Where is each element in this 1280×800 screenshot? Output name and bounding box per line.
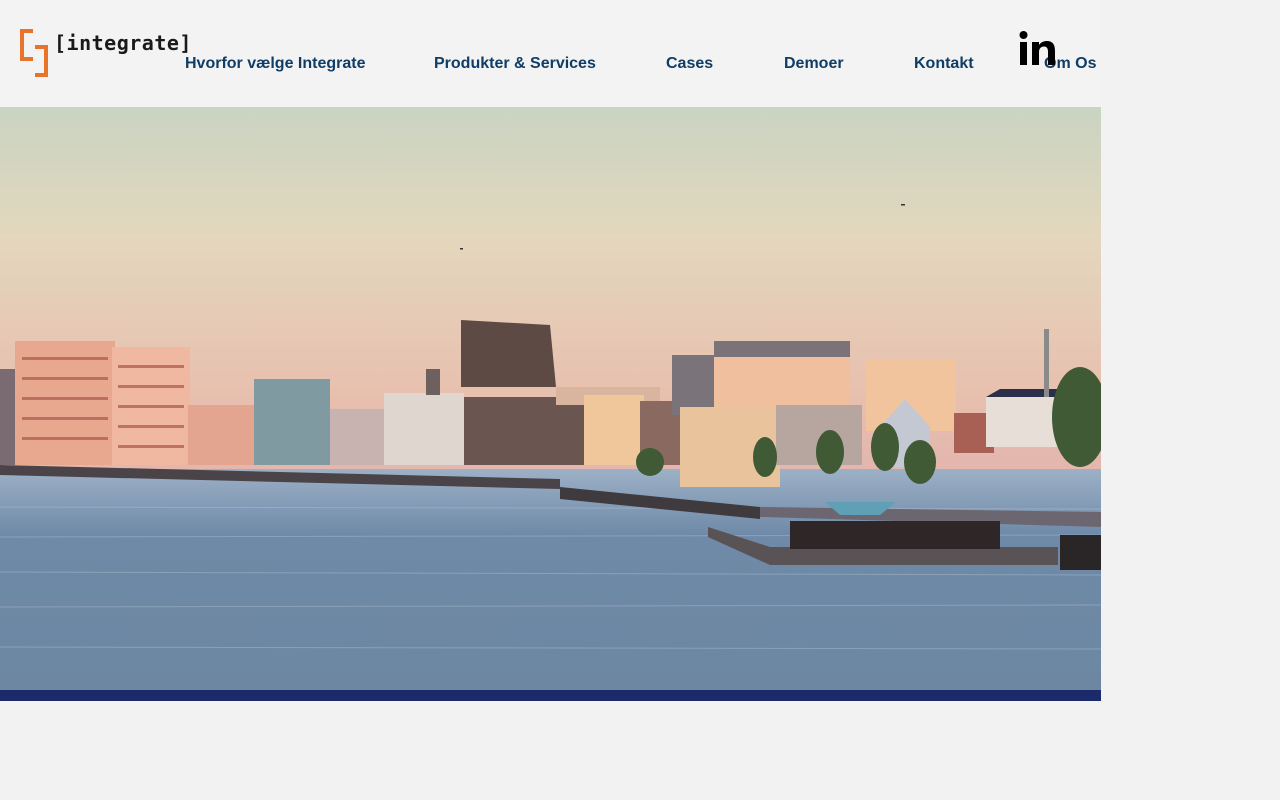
hero-bottom-bar (0, 690, 1101, 701)
main-nav: Hvorfor vælge Integrate Produkter & Serv… (0, 54, 1101, 74)
hero-image (0, 107, 1101, 690)
logo-text: [integrate] (54, 31, 192, 55)
nav-item-demoer[interactable]: Demoer (784, 54, 844, 74)
nav-item-cases[interactable]: Cases (666, 54, 713, 74)
nav-item-produkter[interactable]: Produkter & Services (434, 54, 596, 74)
nav-item-hvorfor[interactable]: Hvorfor vælge Integrate (185, 54, 365, 74)
site-header: [integrate] Hvorfor vælge Integrate Prod… (0, 0, 1101, 107)
page: [integrate] Hvorfor vælge Integrate Prod… (0, 0, 1280, 800)
city-waterfront-image (0, 107, 1101, 690)
nav-item-kontakt[interactable]: Kontakt (914, 54, 974, 74)
linkedin-icon[interactable] (1019, 30, 1057, 66)
